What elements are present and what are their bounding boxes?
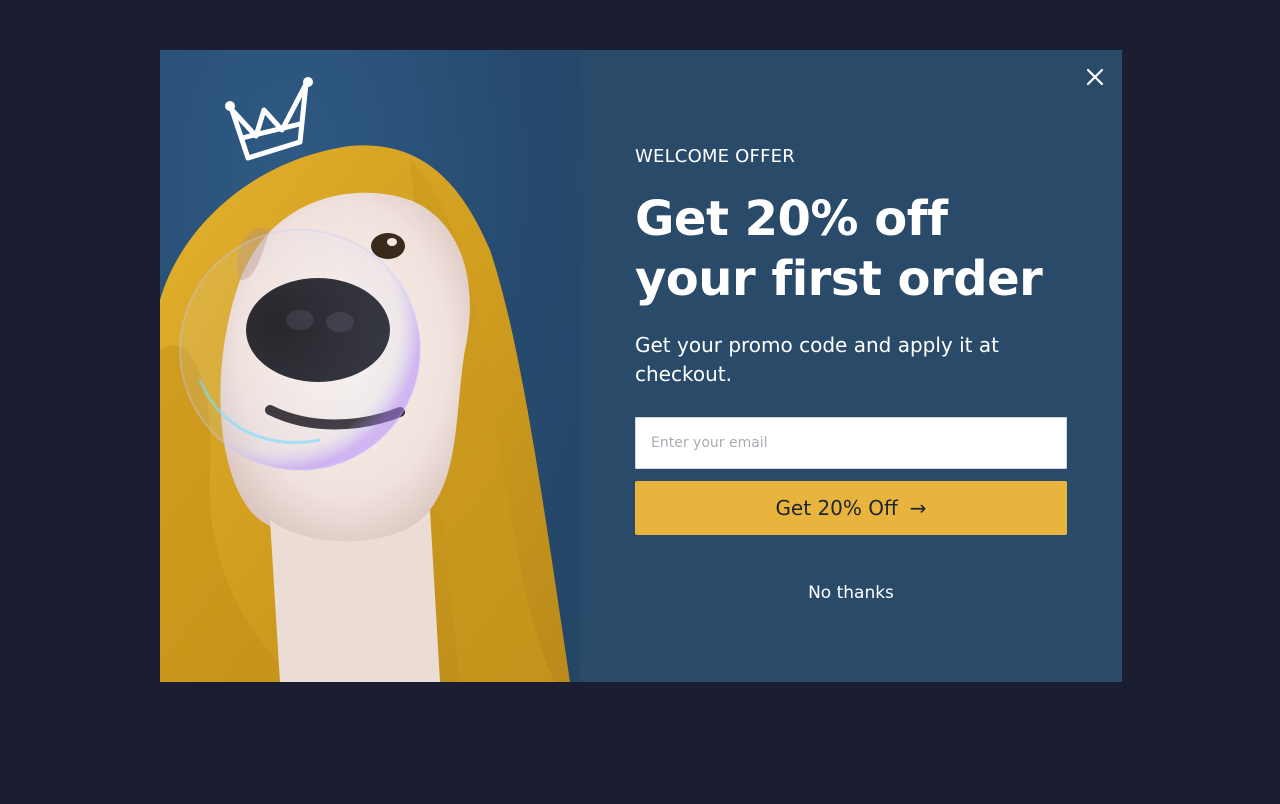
offer-content: WELCOME OFFER Get 20% off your first ord… [635,146,1067,603]
no-thanks-link[interactable]: No thanks [635,583,1067,603]
headline-line-1: Get 20% off [635,191,948,247]
offer-headline: Get 20% off your first order [635,189,1067,309]
offer-eyebrow: WELCOME OFFER [635,146,795,167]
arrow-right-icon: → [909,496,927,520]
offer-subtext: Get your promo code and apply it at chec… [635,333,999,386]
welcome-offer-popup: WELCOME OFFER Get 20% off your first ord… [160,50,1122,682]
cta-label: Get 20% Off [775,496,898,520]
dog-illustration [160,77,570,682]
email-field[interactable] [635,417,1067,469]
close-icon [1086,68,1104,86]
crown-doodle [229,81,309,161]
hero-image [160,50,580,682]
get-discount-button[interactable]: Get 20% Off → [635,481,1067,535]
headline-line-2: your first order [635,251,1043,307]
close-button[interactable] [1084,66,1106,88]
